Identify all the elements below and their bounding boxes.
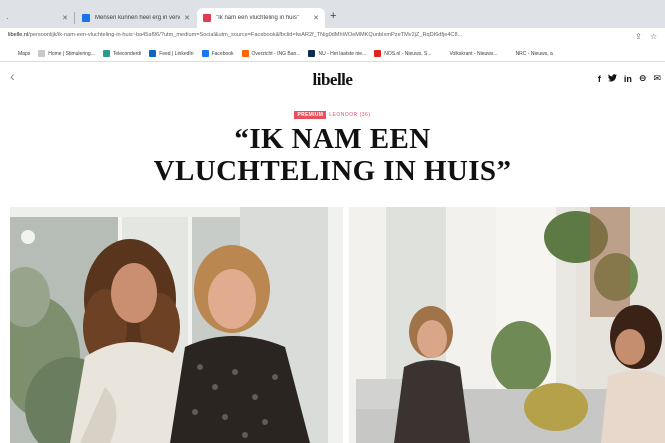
address-bar[interactable]: libelle.nl/persoonlijk/ik-nam-een-vlucht… [0, 28, 665, 46]
bookmark-item[interactable]: NOS.nl - Nieuws, S... [374, 50, 431, 57]
bookmark-favicon-icon [439, 50, 447, 57]
bookmark-item[interactable]: Overzicht - ING Ban... [241, 50, 301, 57]
headline-line-1: “IK NAM EEN [234, 123, 431, 155]
tab-favicon-icon [82, 14, 90, 22]
browser-tab-active[interactable]: "Ik nam een vluchteling in huis" ✕ [197, 8, 325, 28]
bookmark-item[interactable]: Teleconderdi [102, 50, 142, 57]
tab-label: "Ik nam een vluchteling in huis" [216, 15, 299, 21]
site-header: ‹ libelle f in ⊖ ✉ [0, 62, 665, 96]
tab-favicon-icon [203, 14, 211, 22]
bookmark-favicon-icon [505, 50, 513, 57]
bookmark-favicon-icon [102, 50, 110, 57]
url-path: /persoonlijk/ik-nam-een-vluchteling-in-h… [28, 32, 463, 38]
close-icon[interactable]: ✕ [184, 14, 190, 22]
bookmark-item[interactable]: NRC - Nieuws, a [505, 50, 553, 57]
plus-icon[interactable]: + [330, 10, 336, 22]
hero-photo-right [346, 207, 665, 443]
browser-tab[interactable]: ⁠· ✕ [0, 8, 74, 28]
bookmark-label: NU - Het laatste nie... [318, 50, 367, 57]
premium-badge: PREMIUM [294, 111, 327, 119]
bookmark-label: Feed | LinkedIn [159, 50, 194, 57]
bookmark-favicon-icon [8, 50, 15, 57]
bookmark-label: Facebook [211, 50, 234, 57]
browser-tab[interactable]: Mensen kunnen heel erg in verv ✕ [76, 8, 196, 28]
bookmark-item[interactable]: Home | Stimulering... [38, 50, 95, 57]
bookmark-label: Home | Stimulering... [48, 50, 95, 57]
hero-photo-left [10, 207, 343, 443]
bookmark-favicon-icon [201, 50, 209, 57]
close-icon[interactable]: ✕ [313, 14, 319, 22]
site-logo[interactable]: libelle [0, 70, 665, 90]
bookmark-item[interactable]: Facebook [201, 50, 234, 57]
share-icon[interactable]: ⇪ [635, 32, 642, 41]
bookmark-item[interactable]: NU - Het laatste nie... [308, 50, 366, 57]
bookmark-label: Maps [18, 50, 31, 57]
bookmark-label: NRC - Nieuws, a [515, 50, 553, 57]
article-kicker: PREMIUM LEONOOR (36) [0, 111, 665, 119]
headline-line-2: VLUCHTELING IN HUIS” [153, 155, 512, 187]
bookmarks-bar: Maps Home | Stimulering... Teleconderdi Fee… [0, 46, 665, 62]
twitter-icon[interactable] [607, 73, 617, 84]
email-icon[interactable]: ✉ [653, 73, 661, 84]
tab-label: ⁠· [6, 13, 9, 23]
link-icon[interactable]: ⊖ [639, 73, 647, 84]
bookmark-favicon-icon [38, 50, 46, 57]
facebook-icon[interactable]: f [598, 74, 601, 84]
url-host: libelle.nl [8, 32, 29, 38]
share-buttons: f in ⊖ ✉ [591, 73, 661, 84]
bookmark-item[interactable]: Feed | LinkedIn [149, 50, 194, 57]
bookmark-favicon-icon [149, 50, 157, 57]
article-author: LEONOOR (36) [329, 112, 371, 118]
close-icon[interactable]: ✕ [62, 14, 68, 22]
article-headline: “IK NAM EEN VLUCHTELING IN HUIS” [0, 123, 665, 187]
bookmark-favicon-icon [374, 50, 382, 57]
bookmark-label: Overzicht - ING Ban... [251, 50, 301, 57]
bookmark-label: Teleconderdi [112, 50, 142, 57]
star-icon[interactable]: ☆ [650, 32, 657, 41]
bookmark-label: Volkskrant - Nieuws... [449, 50, 498, 57]
tab-label: Mensen kunnen heel erg in verv [95, 15, 181, 21]
url-text[interactable]: libelle.nl/persoonlijk/ik-nam-een-vlucht… [8, 32, 462, 38]
bookmark-item[interactable]: Maps [8, 50, 30, 57]
bookmark-favicon-icon [241, 50, 249, 57]
tab-divider [74, 12, 75, 24]
linkedin-icon[interactable]: in [624, 74, 632, 84]
bookmark-item[interactable]: Volkskrant - Nieuws... [439, 50, 498, 57]
tab-strip: ⁠· ✕ Mensen kunnen heel erg in verv ✕ "I… [0, 0, 665, 28]
bookmark-label: NOS.nl - Nieuws, S... [384, 50, 432, 57]
bookmark-favicon-icon [308, 50, 316, 57]
